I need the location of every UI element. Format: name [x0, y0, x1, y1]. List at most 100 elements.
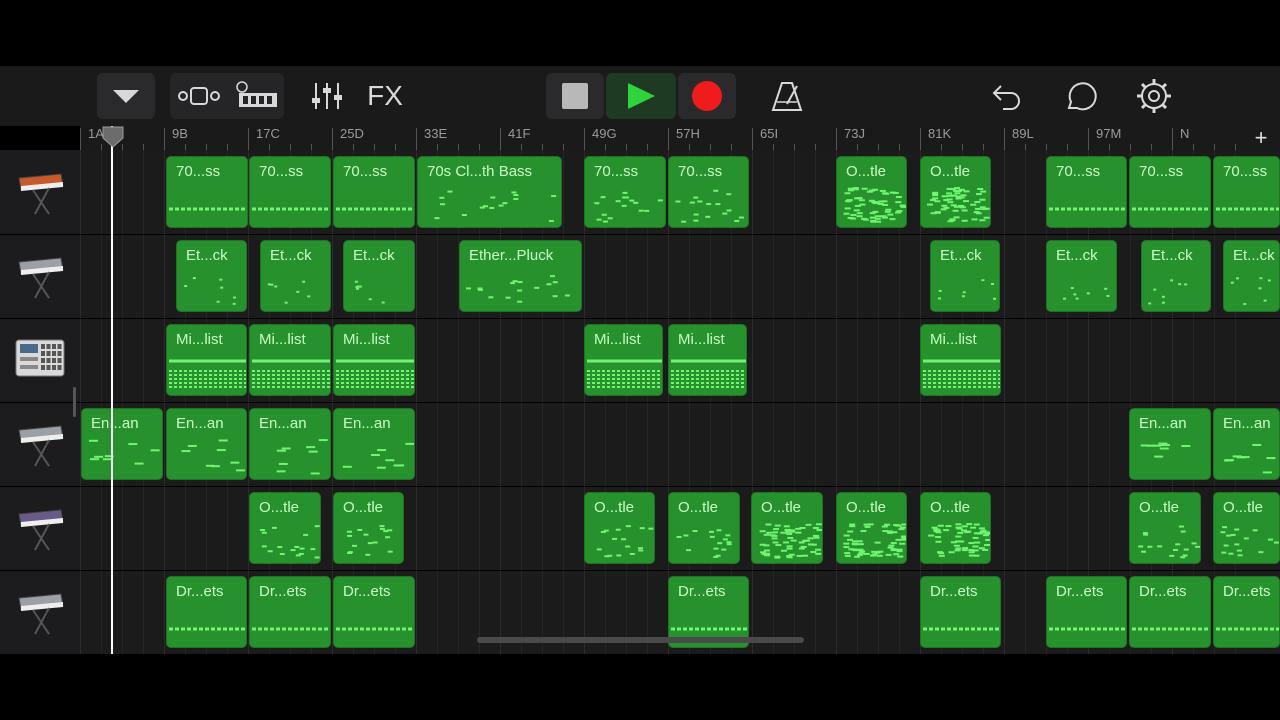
ruler-marker-label: N — [1180, 126, 1190, 141]
mixer-button[interactable] — [302, 73, 352, 119]
region[interactable]: O...tle — [584, 492, 655, 564]
region[interactable]: Ether...Pluck — [459, 240, 582, 312]
sliders-icon — [312, 83, 342, 109]
drum-machine-icon — [15, 338, 65, 383]
ruler-marker-label: 49G — [592, 126, 617, 141]
region-name: 70s Cl...th Bass — [427, 163, 533, 180]
region[interactable]: En...an — [166, 408, 247, 480]
browser-menu-button[interactable] — [97, 73, 155, 119]
region[interactable]: 70...ss — [1129, 156, 1211, 228]
track-header-4[interactable] — [0, 402, 80, 487]
region-name: Et...ck — [940, 247, 982, 264]
stop-button[interactable] — [546, 73, 604, 119]
region[interactable]: Mi...list — [668, 324, 747, 396]
region[interactable]: 70s Cl...th Bass — [417, 156, 562, 228]
undo-button[interactable] — [982, 73, 1032, 119]
region[interactable]: 70...ss — [333, 156, 415, 228]
ruler-marker-label: 73J — [844, 126, 865, 141]
region[interactable]: O...tle — [836, 156, 907, 228]
ruler-marker-label: 25D — [340, 126, 364, 141]
region[interactable]: O...tle — [1213, 492, 1280, 564]
region[interactable]: En...an — [81, 408, 163, 480]
vertical-scrollbar[interactable] — [73, 387, 76, 417]
settings-button[interactable] — [1129, 73, 1179, 119]
region[interactable]: Mi...list — [166, 324, 247, 396]
region[interactable]: 70...ss — [584, 156, 666, 228]
add-section-button[interactable]: + — [1250, 126, 1272, 150]
ruler-bar-tick — [164, 128, 165, 150]
tracks-area[interactable]: 70...ss 70...ss 70...ss 70s Cl...th Bass 70.… — [80, 150, 1280, 654]
ruler-marker-label: 17C — [256, 126, 280, 141]
keyboard-stand-icon — [15, 248, 65, 305]
region[interactable]: Et...ck — [930, 240, 1000, 312]
region-name: Et...ck — [1151, 247, 1193, 264]
ruler-bar-tick — [248, 128, 249, 150]
region[interactable]: Et...ck — [176, 240, 247, 312]
ruler-marker-label: 33E — [424, 126, 448, 141]
track-header-3[interactable] — [0, 318, 80, 403]
region-name: Mi...list — [259, 331, 306, 348]
timeline-ruler[interactable]: 1A 9B 17C 25D 33E 41F 49G 57H 65I 73J 81K 89L 97M N — [80, 126, 1280, 150]
playhead[interactable] — [111, 126, 113, 654]
ruler-marker-label: 89L — [1012, 126, 1034, 141]
region[interactable]: Dr...ets — [1213, 576, 1280, 648]
region-name: Dr...ets — [1139, 583, 1187, 600]
region-name: 70...ss — [176, 163, 221, 180]
region[interactable]: Dr...ets — [166, 576, 247, 648]
region[interactable]: O...tle — [751, 492, 823, 564]
region[interactable]: En...an — [1129, 408, 1211, 480]
fx-button[interactable]: FX — [360, 73, 410, 119]
track-header-6[interactable] — [0, 570, 80, 655]
region[interactable]: Mi...list — [920, 324, 1001, 396]
playhead-handle-icon[interactable] — [102, 126, 124, 148]
ruler-bar-tick — [836, 128, 837, 150]
region[interactable]: Dr...ets — [1129, 576, 1211, 648]
region[interactable]: Et...ck — [1223, 240, 1280, 312]
gear-icon — [1137, 79, 1171, 113]
region[interactable]: 70...ss — [1213, 156, 1280, 228]
region[interactable]: 70...ss — [166, 156, 248, 228]
region[interactable]: En...an — [333, 408, 415, 480]
region[interactable]: Et...ck — [1141, 240, 1211, 312]
region[interactable]: Dr...ets — [333, 576, 415, 648]
region[interactable]: Dr...ets — [920, 576, 1001, 648]
horizontal-scrollbar[interactable] — [477, 637, 804, 643]
region-name: Dr...ets — [1056, 583, 1104, 600]
record-button[interactable] — [678, 73, 736, 119]
region[interactable]: O...tle — [333, 492, 404, 564]
region[interactable]: En...an — [1213, 408, 1280, 480]
region[interactable]: Et...ck — [260, 240, 331, 312]
region-name: En...an — [259, 415, 307, 432]
ruler-marker-label: 41F — [508, 126, 531, 141]
track-view-icon[interactable] — [175, 83, 223, 109]
region[interactable]: O...tle — [668, 492, 740, 564]
track-header-2[interactable] — [0, 234, 80, 319]
track-header-1[interactable] — [0, 150, 80, 235]
region-name: O...tle — [259, 499, 300, 516]
region[interactable]: Dr...ets — [1046, 576, 1127, 648]
region[interactable]: 70...ss — [1046, 156, 1127, 228]
loop-browser-button[interactable] — [1055, 73, 1105, 119]
region[interactable]: 70...ss — [668, 156, 749, 228]
region[interactable]: O...tle — [920, 492, 991, 564]
region[interactable]: Dr...ets — [249, 576, 331, 648]
region-name: Et...ck — [186, 247, 228, 264]
region[interactable]: Et...ck — [1046, 240, 1117, 312]
region[interactable]: O...tle — [1129, 492, 1201, 564]
region-name: Dr...ets — [930, 583, 978, 600]
region[interactable]: 70...ss — [249, 156, 331, 228]
metronome-button[interactable] — [762, 73, 812, 119]
region[interactable]: Mi...list — [249, 324, 331, 396]
region[interactable]: En...an — [249, 408, 331, 480]
region[interactable]: Mi...list — [333, 324, 415, 396]
track-header-5[interactable] — [0, 486, 80, 571]
ruler-bar-tick — [332, 128, 333, 150]
play-button[interactable] — [606, 73, 676, 119]
region[interactable]: Et...ck — [343, 240, 415, 312]
live-loops-icon[interactable] — [235, 81, 279, 111]
region-name: O...tle — [846, 163, 887, 180]
region[interactable]: O...tle — [920, 156, 991, 228]
region[interactable]: Mi...list — [584, 324, 663, 396]
region[interactable]: O...tle — [836, 492, 907, 564]
region[interactable]: O...tle — [249, 492, 321, 564]
